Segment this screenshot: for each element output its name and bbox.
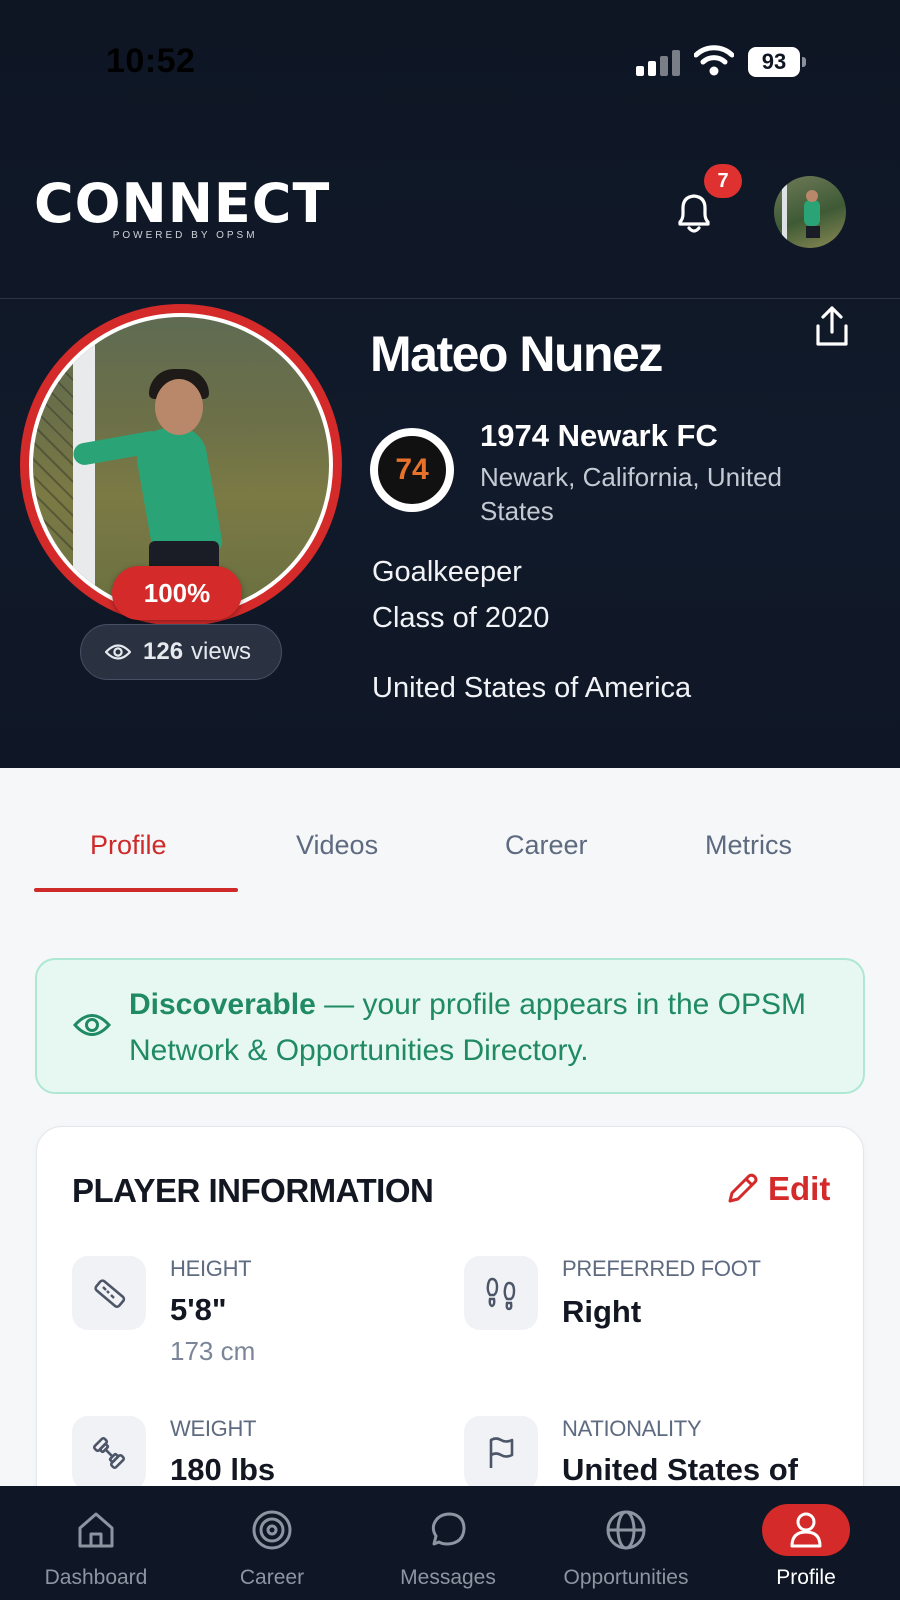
nav-label: Opportunities [563, 1566, 689, 1589]
nav-opportunities[interactable]: Opportunities [536, 1486, 716, 1600]
nav-career[interactable]: Career [182, 1486, 362, 1600]
discoverable-title: Discoverable [129, 988, 316, 1021]
player-name: Mateo Nunez [370, 326, 663, 382]
nav-profile[interactable]: Profile [716, 1486, 896, 1600]
height-metric: 173 cm [170, 1336, 256, 1366]
footprints-icon [464, 1256, 538, 1330]
views-counter: 126 views [80, 624, 282, 680]
height-value: 5'8" [170, 1292, 227, 1327]
bell-icon[interactable] [672, 190, 716, 236]
player-country: United States of America [372, 672, 692, 704]
class-year: Class of 2020 [372, 602, 550, 634]
nationality-label: NATIONALITY [562, 1416, 702, 1441]
tab-profile[interactable]: Profile [90, 830, 167, 861]
globe-icon [606, 1510, 646, 1550]
nationality-value: United States of [562, 1452, 798, 1487]
preferred-foot-label: PREFERRED FOOT [562, 1256, 761, 1281]
header-divider [0, 298, 900, 299]
flag-icon [464, 1416, 538, 1490]
tab-videos[interactable]: Videos [296, 830, 378, 861]
user-icon [790, 1512, 822, 1548]
home-icon [78, 1512, 114, 1548]
nav-label: Dashboard [44, 1566, 148, 1589]
discoverable-banner: Discoverable — your profile appears in t… [35, 958, 865, 1094]
notification-badge: 7 [704, 164, 742, 198]
nav-label: Career [239, 1566, 305, 1589]
logo-text: CONNECT [34, 172, 331, 235]
active-tab-indicator [34, 888, 238, 892]
preferred-foot-value: Right [562, 1294, 642, 1329]
views-label: views [191, 638, 252, 665]
views-count: 126 [143, 638, 184, 665]
ruler-icon [72, 1256, 146, 1330]
dumbbell-icon [72, 1416, 146, 1490]
status-time: 10:52 [106, 42, 196, 80]
target-icon [252, 1510, 292, 1550]
eye-icon [73, 1014, 111, 1036]
edit-label: Edit [768, 1170, 831, 1207]
battery-icon: 93 [748, 47, 806, 77]
profile-completion-badge: 100% [112, 566, 242, 620]
card-title: PLAYER INFORMATION [72, 1172, 434, 1209]
club-badge-mark: 74 [375, 433, 449, 507]
eye-icon [105, 644, 131, 660]
weight-label: WEIGHT [170, 1416, 257, 1441]
connect-logo[interactable]: CONNECT POWERED BY OPSM [34, 176, 330, 242]
club-name[interactable]: 1974 Newark FC [480, 418, 718, 454]
share-icon[interactable] [812, 304, 852, 348]
user-avatar[interactable] [774, 176, 846, 248]
nav-label: Profile [776, 1566, 836, 1589]
nav-dashboard[interactable]: Dashboard [6, 1486, 186, 1600]
wifi-icon [694, 45, 734, 76]
weight-value: 180 lbs [170, 1452, 276, 1487]
nav-messages[interactable]: Messages [358, 1486, 538, 1600]
club-location: Newark, California, United States [480, 462, 783, 526]
cellular-signal-icon [636, 50, 682, 76]
club-badge[interactable]: 74 [370, 428, 454, 512]
edit-button[interactable]: Edit [724, 1170, 830, 1208]
pencil-icon [728, 1173, 758, 1203]
tab-metrics[interactable]: Metrics [705, 830, 792, 861]
player-position: Goalkeeper [372, 556, 522, 588]
nav-label: Messages [400, 1566, 496, 1589]
chat-icon [431, 1512, 466, 1546]
tab-career[interactable]: Career [505, 830, 588, 861]
height-label: HEIGHT [170, 1256, 252, 1281]
battery-level: 93 [748, 47, 800, 77]
